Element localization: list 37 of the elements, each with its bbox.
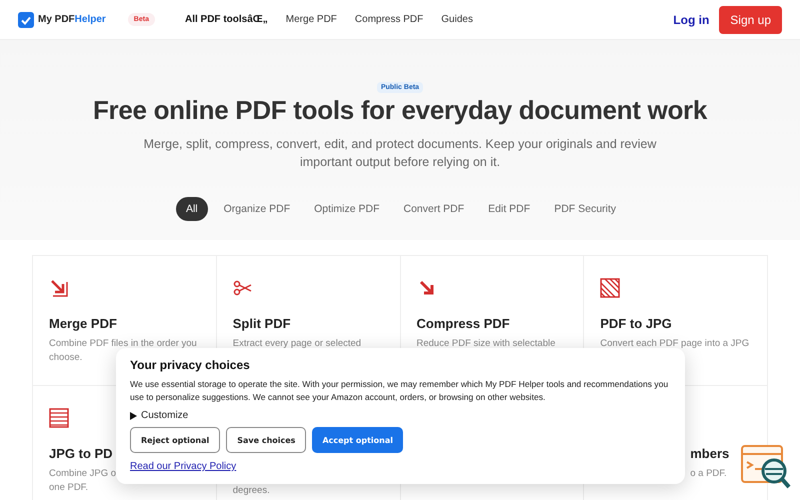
card-title: Merge PDF [49,316,117,331]
card-description: Extract every page or selected [232,337,362,351]
nav-link[interactable]: All PDF toolsâŒ„ [184,14,268,25]
striped-square-icon [600,278,620,298]
card-title: PDF to JPG [600,316,672,331]
filter-tab[interactable]: PDF Security [546,197,624,221]
filter-tab[interactable]: Optimize PDF [306,197,388,221]
nav-link[interactable]: Guides [441,14,473,25]
card-description: Convert each PDF page into a JPG [600,337,750,351]
card-title: Compress PDF [416,316,510,331]
list-icon [49,408,69,428]
filter-tab[interactable]: Convert PDF [395,197,472,221]
card-description: o a PDF. [690,467,727,481]
card-title: JPG to PD [49,446,113,461]
dialog-button[interactable]: Reject optional [130,427,220,453]
checkbox-logo-icon [18,12,34,28]
login-link[interactable]: Log in [673,12,710,26]
filter-tab[interactable]: All [176,197,208,221]
scissors-icon [232,278,253,298]
card-description: Combine JPG o one PDF. [49,467,116,495]
dialog-button[interactable]: Save choices [226,427,306,453]
nav-link[interactable]: Merge PDF [286,14,337,25]
card-description: degrees. [232,485,270,497]
nav-link[interactable]: Compress PDF [354,14,424,25]
brand-name[interactable]: My PDFHelper [38,14,106,25]
signup-button[interactable]: Sign up [719,6,782,34]
hero-title: Free online PDF tools for everyday document work [92,95,708,126]
filter-tab[interactable]: Organize PDF [216,197,298,221]
hero-subtitle: Merge, split, compress, convert, edit, and protect documents. Keep your originals and review important output before relying on it. [142,136,658,171]
customize-toggle[interactable]: Customize [130,410,671,421]
arrow-icon [49,278,69,298]
privacy-policy-link[interactable]: Read our Privacy Policy [130,461,236,472]
filter-tab[interactable]: Edit PDF [480,197,538,221]
card-title: mbers [690,446,730,461]
dialog-button[interactable]: Accept optional [312,427,403,453]
card-description: Reduce PDF size with selectable [416,337,556,351]
card-title: Split PDF [232,316,291,331]
